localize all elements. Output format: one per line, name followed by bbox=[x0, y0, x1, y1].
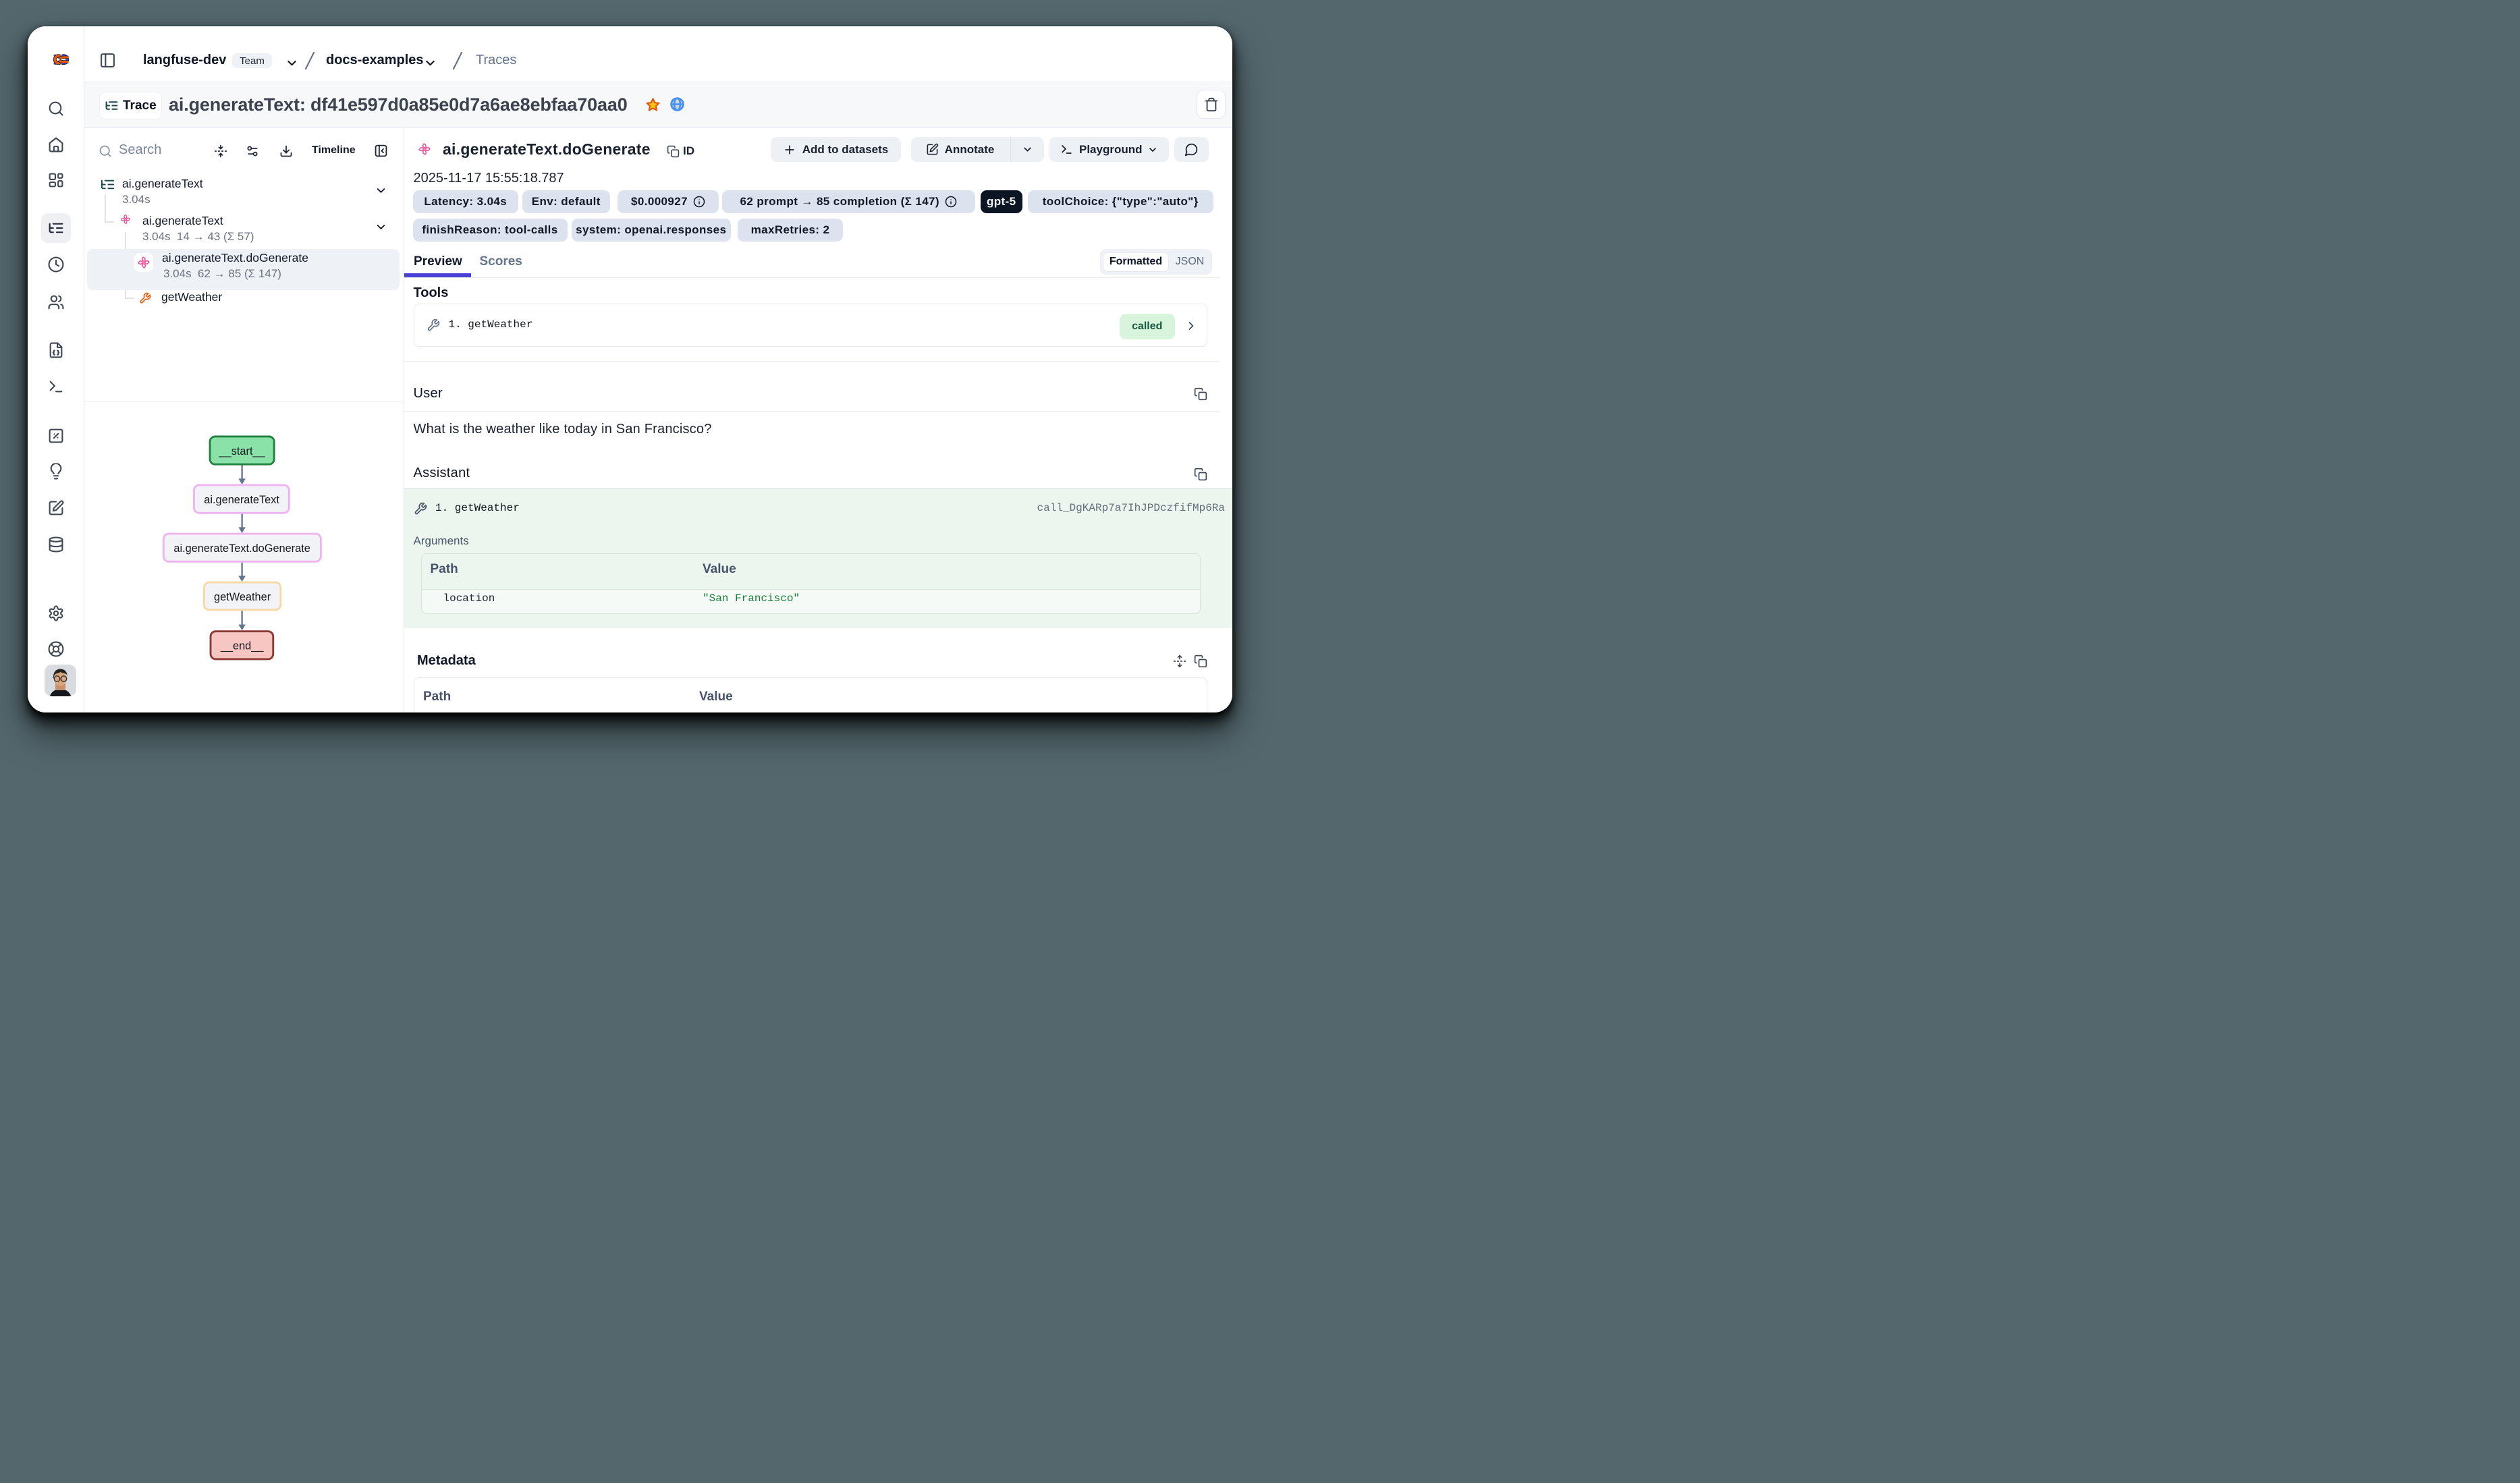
svg-text:getWeather: getWeather bbox=[214, 591, 271, 603]
svg-text:ai.generateText: ai.generateText bbox=[204, 494, 279, 506]
svg-text:__start__: __start__ bbox=[219, 445, 266, 457]
svg-text:ai.generateText.doGenerate: ai.generateText.doGenerate bbox=[173, 542, 310, 555]
svg-text:__end__: __end__ bbox=[220, 640, 264, 652]
